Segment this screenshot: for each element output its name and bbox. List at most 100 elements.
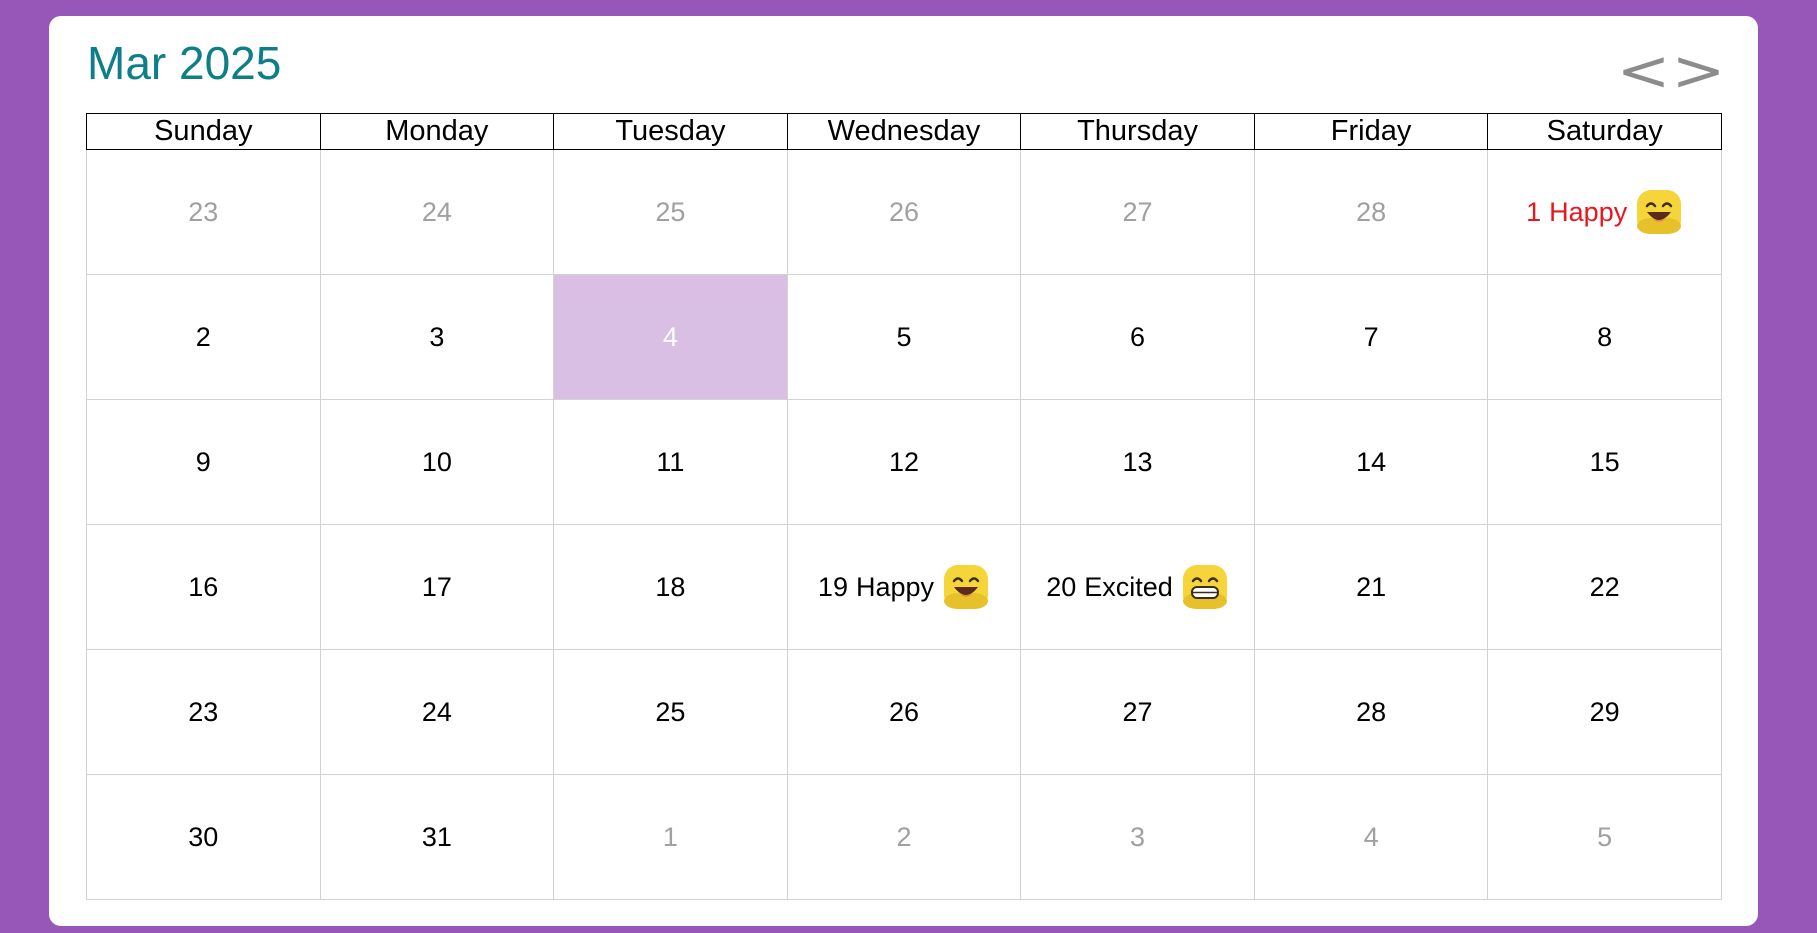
month-navigation: < > [1617, 44, 1726, 100]
day-cell[interactable]: 11 [553, 399, 788, 525]
day-number: 30 [188, 821, 219, 852]
day-cell-content: 11 [656, 447, 684, 478]
day-cell-content: 18 [655, 572, 685, 603]
day-number: 14 [1356, 446, 1387, 477]
calendar-week-row: 9 10 11 12 13 14 15 [86, 399, 1722, 525]
day-cell[interactable]: 26 [786, 649, 1022, 775]
day-cell[interactable]: 25 [553, 149, 788, 275]
day-number: 3 [429, 321, 445, 352]
day-cell[interactable]: 20 Excited [1020, 524, 1255, 650]
day-cell[interactable]: 17 [319, 524, 555, 650]
calendar-panel: Mar 2025 < > Sunday Monday Tuesday Wedne… [49, 16, 1758, 926]
day-number: 8 [1597, 321, 1613, 352]
day-cell[interactable]: 6 [1020, 274, 1255, 400]
day-cell[interactable]: 10 [319, 399, 555, 525]
day-cell[interactable]: 5 [786, 274, 1022, 400]
day-cell[interactable]: 4 [1253, 774, 1489, 900]
day-cell-content: 5 [1597, 822, 1612, 853]
day-number: 16 [188, 571, 219, 602]
day-number: 24 [421, 696, 452, 727]
day-number: 28 [1356, 696, 1387, 727]
day-number: 17 [421, 571, 452, 602]
day-cell[interactable]: 23 [86, 149, 321, 275]
day-cell[interactable]: 29 [1487, 649, 1722, 775]
prev-month-button[interactable]: < [1617, 44, 1671, 100]
day-cell-content: 19 Happy [818, 563, 990, 611]
day-number: 24 [421, 196, 452, 227]
day-number: 26 [888, 196, 919, 227]
day-number: 4 [662, 321, 678, 352]
day-number: 15 [1589, 446, 1620, 477]
day-cell-content: 1 [663, 822, 678, 853]
day-cell[interactable]: 19 Happy [786, 524, 1022, 650]
day-number: 19 [817, 571, 848, 602]
day-cell[interactable]: 2 [86, 274, 321, 400]
day-cell[interactable]: 13 [1020, 399, 1255, 525]
day-cell[interactable]: 24 [319, 149, 555, 275]
calendar-week-row: 23 24 25 26 27 28 1 Happy [86, 149, 1722, 275]
day-cell[interactable]: 7 [1253, 274, 1489, 400]
day-cell[interactable]: 1 [553, 774, 788, 900]
day-cell[interactable]: 1 Happy [1487, 149, 1722, 275]
day-number: 21 [1356, 571, 1387, 602]
day-cell[interactable]: 3 [319, 274, 555, 400]
day-cell[interactable]: 28 [1253, 649, 1489, 775]
day-cell[interactable]: 3 [1020, 774, 1255, 900]
weekday-saturday: Saturday [1487, 113, 1722, 150]
day-cell-content: 27 [1123, 197, 1153, 228]
day-cell-content: 9 [196, 447, 211, 478]
day-cell[interactable]: 2 [786, 774, 1022, 900]
day-cell[interactable]: 28 [1253, 149, 1489, 275]
day-number: 29 [1589, 696, 1620, 727]
day-cell[interactable]: 16 [86, 524, 321, 650]
day-cell-content: 16 [188, 572, 218, 603]
day-number: 13 [1122, 446, 1153, 477]
month-title: Mar 2025 [87, 37, 282, 89]
day-cell[interactable]: 31 [319, 774, 555, 900]
day-cell[interactable]: 15 [1487, 399, 1722, 525]
next-month-button[interactable]: > [1672, 44, 1726, 100]
day-number: 1 [1526, 196, 1542, 227]
day-number: 23 [188, 696, 219, 727]
day-cell[interactable]: 22 [1487, 524, 1722, 650]
day-number: 12 [888, 446, 919, 477]
day-number: 11 [656, 446, 685, 477]
day-cell[interactable]: 23 [86, 649, 321, 775]
happy-face-icon [1637, 190, 1682, 234]
day-number: 27 [1122, 696, 1153, 727]
day-cell[interactable]: 18 [553, 524, 788, 650]
day-number: 18 [655, 571, 686, 602]
weekday-wednesday: Wednesday [786, 113, 1022, 150]
day-cell[interactable]: 27 [1020, 649, 1255, 775]
day-cell-content: 25 [655, 197, 685, 228]
calendar-body: 23 24 25 26 27 28 1 Happy 2 3 4 5 6 7 8 9 10 11 12 13 14 15 16… [86, 149, 1722, 900]
day-cell[interactable]: 27 [1020, 149, 1255, 275]
day-cell-content: 6 [1130, 322, 1145, 353]
day-cell-content: 5 [896, 322, 911, 353]
day-cell-content: 3 [429, 322, 444, 353]
day-cell[interactable]: 21 [1253, 524, 1489, 650]
day-cell[interactable]: 5 [1487, 774, 1722, 900]
weekday-header-row: Sunday Monday Tuesday Wednesday Thursday… [86, 113, 1722, 150]
day-number: 27 [1122, 196, 1153, 227]
calendar-week-row: 23 24 25 26 27 28 29 [86, 649, 1722, 775]
excited-face-icon [1182, 565, 1227, 609]
day-cell[interactable]: 26 [786, 149, 1022, 275]
day-cell[interactable]: 30 [86, 774, 321, 900]
day-number: 5 [1597, 821, 1613, 852]
day-cell-content: 29 [1590, 697, 1620, 728]
day-cell[interactable]: 9 [86, 399, 321, 525]
day-cell[interactable]: 12 [786, 399, 1022, 525]
day-cell[interactable]: 4 [553, 274, 788, 400]
day-cell[interactable]: 24 [319, 649, 555, 775]
day-number: 6 [1130, 321, 1146, 352]
calendar-grid: Sunday Monday Tuesday Wednesday Thursday… [86, 113, 1722, 900]
day-number: 22 [1589, 571, 1620, 602]
day-number: 23 [188, 196, 219, 227]
day-cell[interactable]: 25 [553, 649, 788, 775]
day-cell[interactable]: 14 [1253, 399, 1489, 525]
day-number: 20 [1046, 571, 1077, 602]
day-cell-content: 24 [422, 697, 452, 728]
mood-label: Happy [855, 571, 935, 602]
day-cell[interactable]: 8 [1487, 274, 1722, 400]
